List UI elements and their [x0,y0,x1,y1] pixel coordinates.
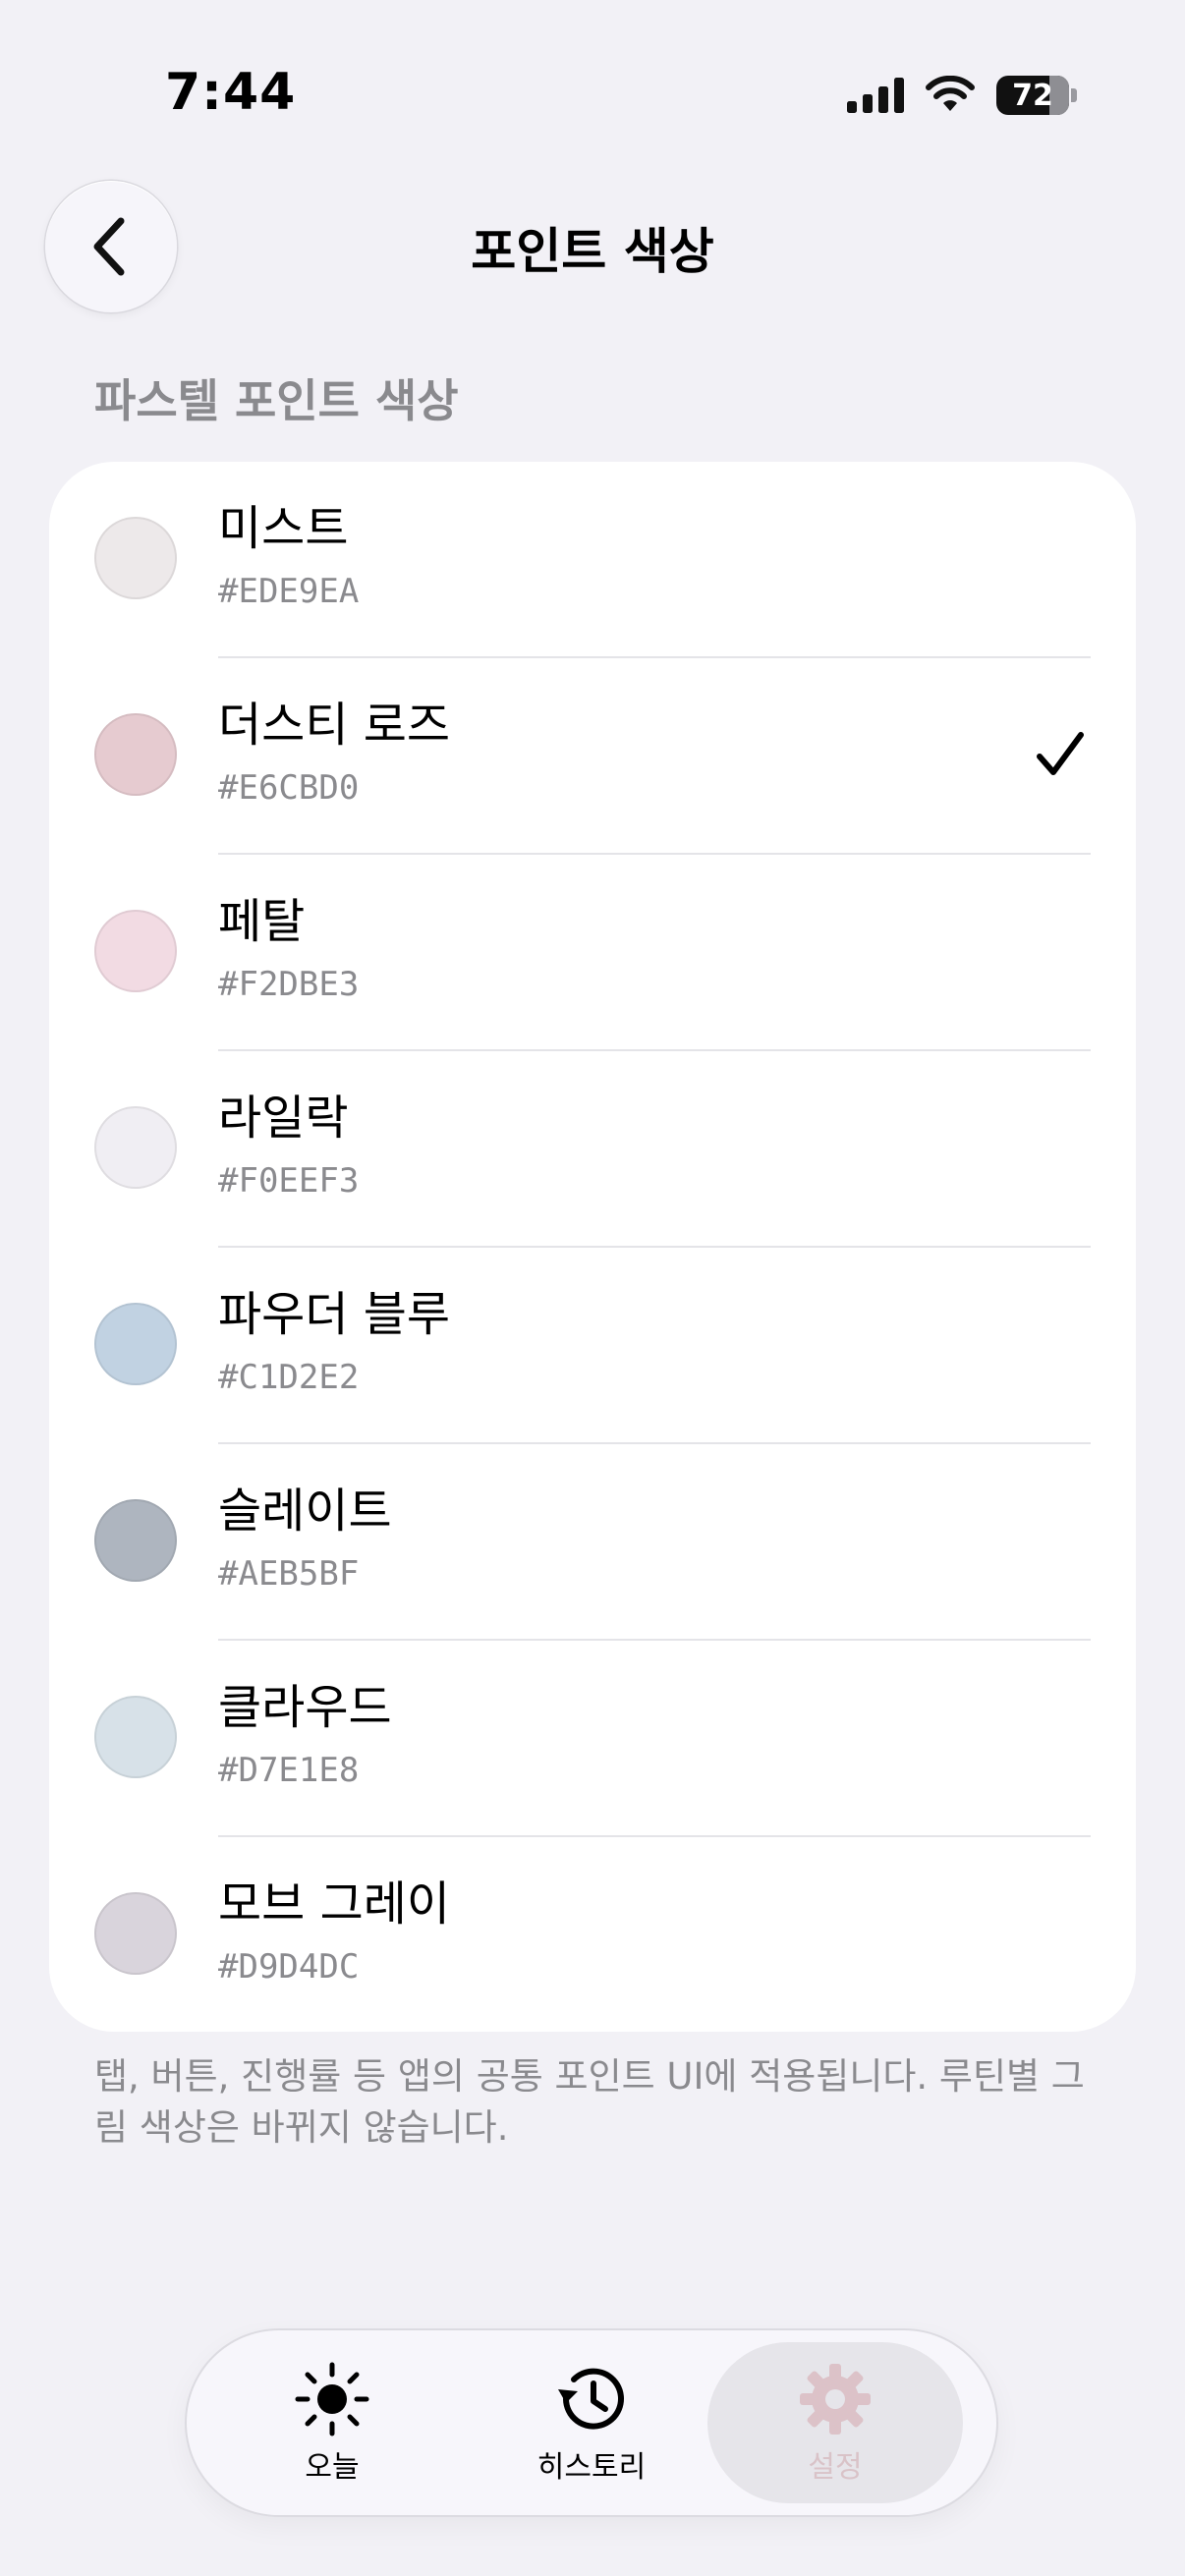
color-hex: #D9D4DC [218,1947,360,1987]
color-row-dusty-rose[interactable]: 더스티 로즈 #E6CBD0 [49,658,1136,855]
tab-history[interactable]: 히스토리 [464,2342,719,2503]
checkmark-icon [1037,732,1084,775]
tab-settings[interactable]: 설정 [707,2342,963,2503]
color-swatch [94,517,177,599]
status-time: 7:44 [165,63,297,122]
color-row-petal[interactable]: 페탈 #F2DBE3 [49,855,1136,1051]
page-title: 포인트 색상 [471,223,714,280]
color-swatch [94,1892,177,1975]
color-name: 클라우드 [218,1680,392,1735]
color-swatch [94,1106,177,1189]
color-swatch [94,1303,177,1385]
color-hex: #F0EEF3 [218,1161,360,1201]
battery-level: 72 [1012,78,1053,113]
color-list: 미스트 #EDE9EA 더스티 로즈 #E6CBD0 페탈 #F2DBE3 라일… [49,462,1136,2032]
color-hex: #D7E1E8 [218,1751,360,1790]
color-hex: #E6CBD0 [218,768,360,808]
status-icons: 72 [847,73,1077,118]
history-icon [558,2368,624,2430]
battery-icon: 72 [996,76,1069,115]
tab-label: 히스토리 [536,2450,647,2485]
gear-icon [800,2364,871,2435]
color-hex: #F2DBE3 [218,965,360,1004]
sun-icon [295,2362,369,2436]
section-label: 파스텔 포인트 색상 [94,374,459,427]
color-swatch [94,1696,177,1778]
color-name: 파우더 블루 [218,1287,451,1342]
tab-today[interactable]: 오늘 [204,2342,460,2503]
footnote: 탭, 버튼, 진행률 등 앱의 공통 포인트 UI에 적용됩니다. 루틴별 그림… [94,2055,1085,2149]
color-name: 모브 그레이 [218,1876,451,1932]
color-row-slate[interactable]: 슬레이트 #AEB5BF [49,1444,1136,1641]
tab-label: 설정 [808,2450,863,2485]
color-swatch [94,910,177,992]
tab-bar: 오늘 히스토리 설정 [187,2330,996,2515]
color-row-mauve-gray[interactable]: 모브 그레이 #D9D4DC [49,1837,1136,2032]
color-swatch [94,713,177,796]
cellular-signal-icon [847,78,904,113]
color-hex: #EDE9EA [218,572,360,611]
tab-label: 오늘 [305,2450,360,2485]
color-row-mist[interactable]: 미스트 #EDE9EA [49,462,1136,658]
color-name: 더스티 로즈 [218,698,451,753]
color-name: 슬레이트 [218,1484,392,1539]
wifi-icon [926,76,975,111]
color-name: 페탈 [218,894,306,949]
color-hex: #AEB5BF [218,1554,360,1594]
color-row-lilac[interactable]: 라일락 #F0EEF3 [49,1051,1136,1248]
color-row-powder-blue[interactable]: 파우더 블루 #C1D2E2 [49,1248,1136,1444]
color-swatch [94,1499,177,1582]
color-row-cloud[interactable]: 클라우드 #D7E1E8 [49,1641,1136,1837]
color-name: 라일락 [218,1091,349,1146]
color-name: 미스트 [218,501,349,556]
color-hex: #C1D2E2 [218,1358,360,1397]
